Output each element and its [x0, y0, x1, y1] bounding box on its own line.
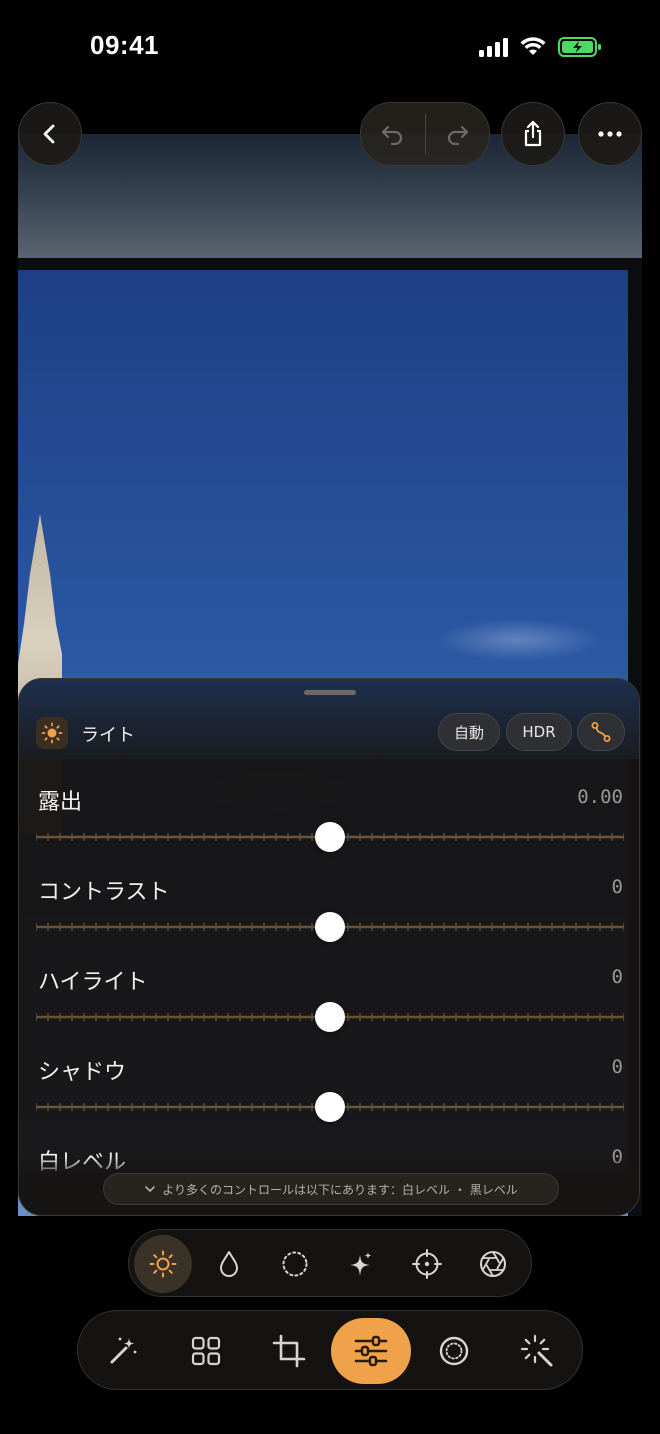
grid-icon	[191, 1336, 221, 1366]
curve-icon	[591, 722, 611, 742]
category-effects-button[interactable]	[332, 1235, 390, 1293]
slider-label: 露出	[38, 790, 83, 815]
wifi-icon	[520, 37, 546, 55]
slider-shadows[interactable]: シャドウ 0	[19, 1054, 639, 1144]
crosshair-icon	[412, 1249, 442, 1279]
slider-thumb[interactable]	[315, 822, 345, 852]
category-light-button[interactable]	[134, 1235, 192, 1293]
auto-button[interactable]: 自動	[438, 713, 500, 751]
undo-icon	[381, 125, 402, 145]
slider-highlights[interactable]: ハイライト 0	[19, 964, 639, 1054]
tool-auto-enhance-button[interactable]	[90, 1318, 156, 1384]
more-options-button[interactable]	[578, 102, 642, 166]
status-icons	[479, 36, 602, 58]
category-color-button[interactable]	[200, 1235, 258, 1293]
drop-icon	[220, 1251, 238, 1277]
magic-burst-icon	[520, 1334, 553, 1367]
more-controls-hint[interactable]: より多くのコントロールは以下にあります：白レベル ・ 黒レベル	[103, 1173, 559, 1205]
editor-tool-bar	[77, 1310, 583, 1390]
category-detail-button[interactable]	[398, 1235, 456, 1293]
panel-grabber[interactable]	[304, 690, 356, 695]
adjustment-category-bar	[128, 1229, 532, 1297]
light-section-icon	[36, 717, 68, 749]
redo-button[interactable]	[426, 103, 490, 165]
sun-icon	[149, 1250, 177, 1278]
photo-window-frame	[18, 258, 642, 270]
ellipsis-icon	[598, 131, 622, 137]
tool-magic-button[interactable]	[504, 1318, 570, 1384]
category-vignette-button[interactable]	[266, 1235, 324, 1293]
adjustments-panel: ライト 自動 HDR 露出 0.00 コントラスト 0 ハイライト 0 シャドウ…	[18, 678, 640, 1216]
slider-track[interactable]	[36, 1002, 624, 1032]
battery-icon	[558, 37, 601, 57]
aperture-icon	[480, 1251, 506, 1277]
tool-crop-button[interactable]	[256, 1318, 322, 1384]
slider-label: コントラスト	[38, 880, 170, 905]
dotted-circle-icon	[282, 1251, 308, 1277]
selective-circle-icon	[439, 1336, 469, 1366]
hdr-button[interactable]: HDR	[506, 713, 572, 751]
slider-thumb[interactable]	[315, 1002, 345, 1032]
chevron-down-icon	[145, 1186, 156, 1192]
curves-button[interactable]	[577, 713, 625, 751]
slider-thumb[interactable]	[315, 1092, 345, 1122]
sparkles-icon	[350, 1252, 372, 1276]
slider-value: 0	[611, 876, 623, 898]
slider-track[interactable]	[36, 822, 624, 852]
share-icon	[524, 120, 542, 147]
crop-icon	[272, 1334, 306, 1368]
sliders-icon	[354, 1335, 388, 1367]
category-lens-button[interactable]	[464, 1235, 522, 1293]
undo-button[interactable]	[361, 103, 425, 165]
back-button[interactable]	[18, 102, 82, 166]
tool-presets-button[interactable]	[173, 1318, 239, 1384]
more-controls-text: より多くのコントロールは以下にあります：白レベル ・ 黒レベル	[162, 1182, 518, 1197]
sun-icon	[41, 722, 63, 744]
chevron-left-icon	[43, 124, 55, 144]
slider-track[interactable]	[36, 912, 624, 942]
undo-redo-group	[360, 102, 490, 166]
slider-track[interactable]	[36, 1092, 624, 1122]
redo-icon	[448, 125, 469, 145]
tool-selective-button[interactable]	[421, 1318, 487, 1384]
slider-value: 0	[611, 1056, 623, 1078]
slider-value: 0	[611, 966, 623, 988]
status-time: 09:41	[90, 30, 159, 60]
slider-label: シャドウ	[38, 1060, 127, 1085]
cellular-signal-icon	[479, 37, 508, 57]
tool-adjust-button[interactable]	[331, 1318, 411, 1384]
section-title: ライト	[81, 725, 135, 746]
slider-thumb[interactable]	[315, 912, 345, 942]
magic-wand-icon	[110, 1337, 137, 1364]
slider-exposure[interactable]: 露出 0.00	[19, 784, 639, 874]
slider-value: 0.00	[577, 786, 623, 808]
share-button[interactable]	[501, 102, 565, 166]
slider-contrast[interactable]: コントラスト 0	[19, 874, 639, 964]
slider-label: ハイライト	[38, 970, 148, 995]
